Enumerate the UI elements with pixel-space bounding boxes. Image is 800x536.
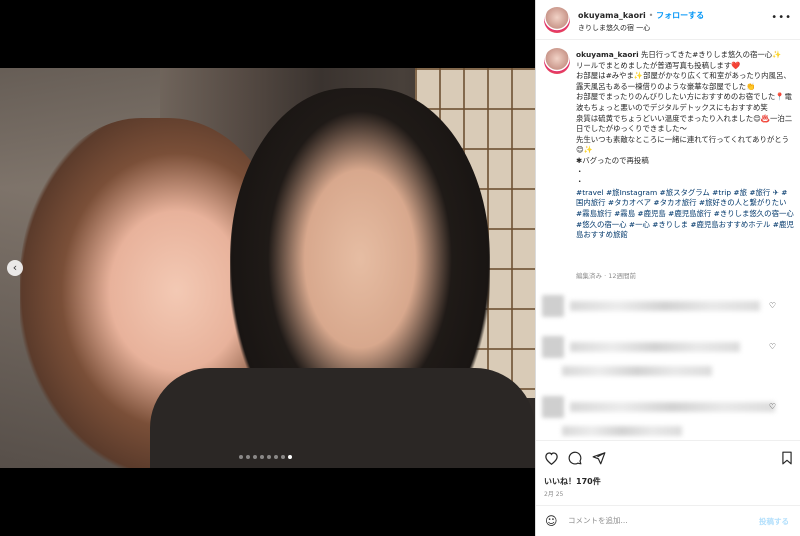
more-dots-icon[interactable]: •••	[771, 12, 792, 23]
post-comment-button[interactable]: 投稿する	[759, 516, 789, 527]
header-username[interactable]: okuyama_kaori	[578, 11, 646, 20]
caption-text: okuyama_kaori 先日行ってきた#きりしま悠久の宿一心✨ リールでまと…	[576, 50, 794, 241]
caption-block: okuyama_kaori 先日行ってきた#きりしま悠久の宿一心✨ リールでまと…	[536, 46, 800, 286]
comment-text-blurred	[562, 366, 712, 376]
comment-item: ♡	[542, 336, 782, 358]
comment-item	[542, 360, 782, 382]
carousel-indicator	[239, 455, 292, 459]
caption-username[interactable]: okuyama_kaori	[576, 50, 639, 59]
carousel-dot-active	[288, 455, 292, 459]
comment-text-blurred	[562, 426, 682, 436]
comment-text-blurred	[570, 301, 760, 311]
comment-text-blurred	[570, 342, 740, 352]
caption-meta: 編集済み · 12週間前	[576, 272, 636, 280]
follow-button[interactable]: フォローする	[656, 11, 704, 20]
comment-item: ♡	[542, 295, 782, 317]
paper-plane-icon[interactable]	[592, 451, 606, 469]
comment-text-blurred	[570, 402, 775, 412]
comment-item: ♡	[542, 396, 782, 418]
header-separator: •	[648, 11, 654, 20]
carousel-dot	[253, 455, 257, 459]
caption-hashtags[interactable]: #travel #旅Instagram #旅スタグラム #trip #旅 #旅行…	[576, 188, 796, 239]
chevron-left-icon[interactable]: ‹	[7, 260, 23, 276]
comment-bar: ☺ 投稿する	[536, 505, 800, 536]
comment-avatar	[542, 336, 564, 358]
comment-input[interactable]	[568, 516, 738, 525]
carousel-dot	[267, 455, 271, 459]
avatar[interactable]	[544, 7, 570, 33]
post-photo[interactable]	[0, 68, 535, 468]
comment-item	[542, 420, 782, 442]
header-user-line: okuyama_kaori • フォローする	[578, 10, 704, 21]
comment-heart-icon[interactable]: ♡	[769, 402, 776, 411]
comment-icon[interactable]	[568, 451, 582, 469]
post-date: 2月 25	[544, 491, 564, 498]
heart-icon[interactable]	[544, 451, 559, 469]
photo-clothing	[150, 368, 535, 468]
post-sidebar: okuyama_kaori • フォローする きりしま悠久の宿 一心 ••• o…	[535, 0, 800, 536]
carousel-dot	[274, 455, 278, 459]
carousel-dot	[281, 455, 285, 459]
location-link[interactable]: きりしま悠久の宿 一心	[578, 23, 650, 33]
carousel-dot	[246, 455, 250, 459]
carousel-dot	[239, 455, 243, 459]
caption-avatar[interactable]	[544, 48, 570, 74]
caption-body: 先日行ってきた#きりしま悠久の宿一心✨ リールでまとめましたが普通写真も投稿しま…	[576, 50, 793, 187]
like-count[interactable]: いいね！170件	[544, 476, 601, 487]
comment-avatar	[542, 295, 564, 317]
comment-heart-icon[interactable]: ♡	[769, 342, 776, 351]
comment-heart-icon[interactable]: ♡	[769, 301, 776, 310]
action-bar	[536, 440, 800, 480]
post-header: okuyama_kaori • フォローする きりしま悠久の宿 一心 •••	[536, 0, 800, 40]
smiley-icon[interactable]: ☺	[545, 514, 558, 528]
post-media: ‹	[0, 0, 535, 536]
bookmark-icon[interactable]	[781, 451, 793, 469]
comment-avatar	[542, 396, 564, 418]
carousel-dot	[260, 455, 264, 459]
